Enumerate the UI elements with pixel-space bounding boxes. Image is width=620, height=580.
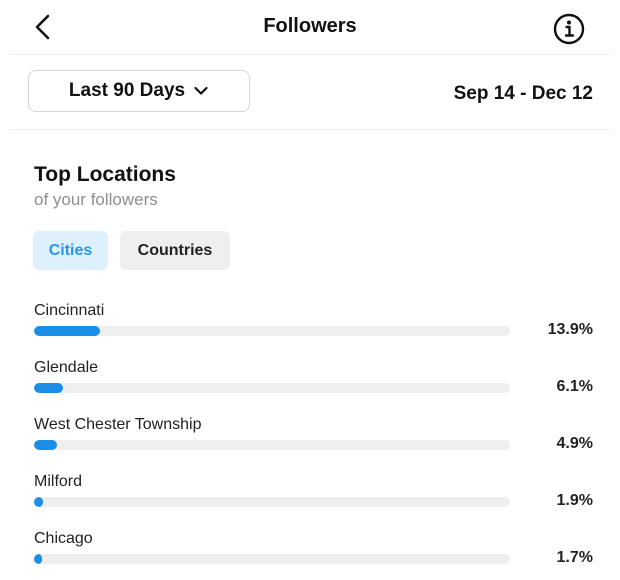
tab-countries[interactable]: Countries	[120, 231, 230, 270]
top-bar: Followers	[0, 0, 620, 54]
page-title: Followers	[263, 15, 357, 37]
date-range-dropdown[interactable]: Last 90 Days	[28, 70, 250, 112]
chevron-down-icon	[194, 86, 208, 95]
location-bar-fill	[34, 383, 63, 393]
location-name: West Chester Township	[34, 416, 202, 433]
location-bar-fill	[34, 554, 42, 564]
location-percent: 6.1%	[556, 378, 593, 395]
location-bar-fill	[34, 326, 100, 336]
location-name: Cincinnati	[34, 302, 105, 319]
location-percent: 1.9%	[556, 492, 593, 509]
info-button[interactable]	[552, 12, 586, 46]
location-percent: 4.9%	[556, 435, 593, 452]
location-percent: 1.7%	[556, 549, 593, 566]
header-divider	[10, 54, 610, 55]
section-title: Top Locations	[34, 163, 176, 186]
location-row: Glendale 6.1%	[0, 359, 620, 409]
location-bar-track	[34, 326, 510, 336]
location-name: Glendale	[34, 359, 99, 376]
location-bar-fill	[34, 497, 43, 507]
location-percent: 13.9%	[547, 321, 593, 338]
section-subtitle: of your followers	[34, 190, 158, 209]
location-name: Chicago	[34, 530, 93, 547]
location-bar-track	[34, 554, 510, 564]
location-bar-track	[34, 440, 510, 450]
location-row: West Chester Township 4.9%	[0, 416, 620, 466]
tab-cities[interactable]: Cities	[33, 231, 108, 270]
location-name: Milford	[34, 473, 83, 490]
date-range-dropdown-label: Last 90 Days	[68, 80, 186, 101]
location-row: Milford 1.9%	[0, 473, 620, 523]
location-bar-track	[34, 383, 510, 393]
filters-divider	[10, 129, 610, 130]
date-range-text: Sep 14 - Dec 12	[453, 83, 593, 104]
location-row: Cincinnati 13.9%	[0, 302, 620, 352]
location-row: Chicago 1.7%	[0, 530, 620, 580]
info-icon	[553, 13, 585, 45]
location-bar-track	[34, 497, 510, 507]
location-bar-fill	[34, 440, 57, 450]
